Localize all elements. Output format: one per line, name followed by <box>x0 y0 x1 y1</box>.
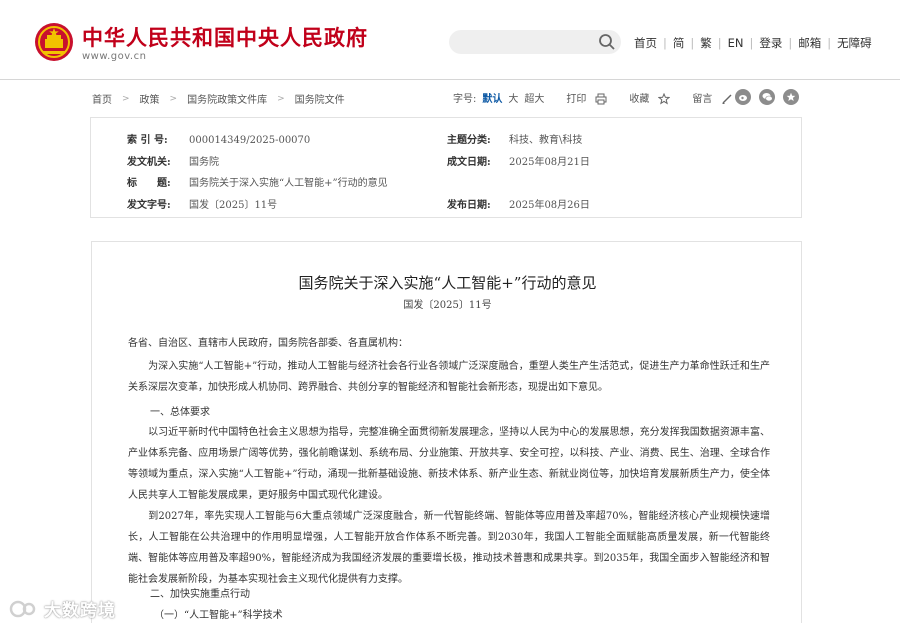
nav-accessibility[interactable]: 无障碍 <box>837 35 872 51</box>
print-button[interactable]: 打印 <box>566 90 607 105</box>
info-label: 标 题: <box>127 178 171 189</box>
weibo-icon[interactable] <box>735 89 751 105</box>
chevron-right-icon: > <box>277 93 285 104</box>
wechat-icon[interactable] <box>759 89 775 105</box>
star-icon <box>658 93 671 105</box>
info-label: 成文日期: <box>447 157 491 168</box>
comment-label: 留言 <box>692 94 713 105</box>
nav-login[interactable]: 登录 <box>759 35 782 51</box>
watermark-logo-icon <box>9 600 36 617</box>
watermark: 大数跨境 <box>8 596 116 621</box>
info-value: 国发〔2025〕11号 <box>189 200 278 211</box>
info-value: 2025年08月21日 <box>509 157 590 168</box>
nav-english[interactable]: EN <box>728 36 744 50</box>
star-share-icon[interactable] <box>783 89 799 105</box>
salutation: 各省、自治区、直辖市人民政府，国务院各部委、各直属机构： <box>128 338 408 349</box>
sub-heading: （一）“人工智能+”科学技术 <box>154 610 283 621</box>
site-url: www.gov.cn <box>82 51 147 62</box>
favorite-button[interactable]: 收藏 <box>629 90 671 105</box>
print-label: 打印 <box>566 94 587 105</box>
info-label: 发文机关: <box>127 157 171 168</box>
info-publish-date: 发布日期: 2025年08月26日 <box>447 196 590 211</box>
nav-divider: | <box>663 36 667 50</box>
info-value: 国务院 <box>189 157 219 168</box>
breadcrumb: 首页 > 政策 > 国务院政策文件库 > 国务院文件 <box>92 91 345 107</box>
nav-divider: | <box>827 36 832 50</box>
font-large-button[interactable]: 大 <box>508 90 518 105</box>
info-title: 标 题: 国务院关于深入实施“人工智能+”行动的意见 <box>127 174 388 189</box>
search-icon[interactable] <box>598 33 616 51</box>
breadcrumb-state-council-docs[interactable]: 国务院文件 <box>295 91 345 106</box>
info-value: 国务院关于深入实施“人工智能+”行动的意见 <box>189 178 388 189</box>
info-label: 主题分类: <box>447 135 491 146</box>
document-info-table: 索 引 号: 000014349/2025-00070 主题分类: 科技、教育\科技… <box>90 117 802 218</box>
search-input[interactable] <box>449 30 621 54</box>
font-default-button[interactable]: 默认 <box>482 90 502 105</box>
share-icons <box>735 89 799 105</box>
national-emblem-icon[interactable] <box>34 22 74 62</box>
info-value: 000014349/2025-00070 <box>189 135 311 146</box>
info-doc-no: 发文字号: 国发〔2025〕11号 <box>127 196 277 211</box>
nav-traditional[interactable]: 繁 <box>700 35 712 51</box>
info-label: 索 引 号: <box>127 135 168 146</box>
article-body: 国务院关于深入实施“人工智能+”行动的意见 国发〔2025〕11号 各省、自治区… <box>91 241 802 623</box>
section-heading: 一、总体要求 <box>150 407 210 418</box>
info-value: 2025年08月26日 <box>509 200 590 211</box>
info-category: 主题分类: 科技、教育\科技 <box>447 131 582 146</box>
info-index-no: 索 引 号: 000014349/2025-00070 <box>127 131 310 146</box>
nav-divider: | <box>717 36 722 50</box>
favorite-label: 收藏 <box>629 94 650 105</box>
pencil-icon <box>722 94 732 104</box>
nav-home[interactable]: 首页 <box>634 35 657 51</box>
top-nav: 首页 | 简 | 繁 | EN | 登录 | 邮箱 | 无障碍 <box>634 35 872 51</box>
chevron-right-icon: > <box>122 93 130 104</box>
info-label: 发文字号: <box>127 200 171 211</box>
article-title: 国务院关于深入实施“人工智能+”行动的意见 <box>298 274 597 292</box>
info-date-written: 成文日期: 2025年08月21日 <box>447 153 590 168</box>
paragraph: 为深入实施“人工智能+”行动，推动人工智能与经济社会各行业各领域广泛深度融合，重… <box>128 361 770 393</box>
info-issuer: 发文机关: 国务院 <box>127 153 219 168</box>
article-doc-number: 国发〔2025〕11号 <box>403 300 492 311</box>
section-heading: 二、加快实施重点行动 <box>150 589 250 600</box>
site-header: 中华人民共和国中央人民政府 www.gov.cn 首页 | 简 | 繁 | EN | 登… <box>0 0 900 80</box>
comment-button[interactable]: 留言 <box>692 90 733 105</box>
paragraph: 到2027年，率先实现人工智能与6大重点领域广泛深度融合，新一代智能终端、智能体… <box>128 511 770 585</box>
breadcrumb-policy-library[interactable]: 国务院政策文件库 <box>187 91 267 106</box>
font-size-label: 字号: <box>453 94 477 105</box>
printer-icon <box>595 93 607 105</box>
nav-divider: | <box>749 36 754 50</box>
watermark-text: 大数跨境 <box>44 601 116 621</box>
breadcrumb-home[interactable]: 首页 <box>92 91 112 106</box>
info-label: 发布日期: <box>447 200 491 211</box>
font-xlarge-button[interactable]: 超大 <box>524 90 544 105</box>
page-tools: 字号: 默认 大 超大 打印 收藏 留言 <box>453 90 739 105</box>
nav-mail[interactable]: 邮箱 <box>798 35 821 51</box>
info-value: 科技、教育\科技 <box>509 135 583 146</box>
nav-divider: | <box>690 36 695 50</box>
nav-simplified[interactable]: 简 <box>673 35 685 51</box>
chevron-right-icon: > <box>169 93 178 104</box>
breadcrumb-policy[interactable]: 政策 <box>140 91 160 106</box>
site-title[interactable]: 中华人民共和国中央人民政府 <box>82 22 368 52</box>
paragraph: 以习近平新时代中国特色社会主义思想为指导，完整准确全面贯彻新发展理念，坚持以人民… <box>128 427 770 501</box>
nav-divider: | <box>788 36 793 50</box>
